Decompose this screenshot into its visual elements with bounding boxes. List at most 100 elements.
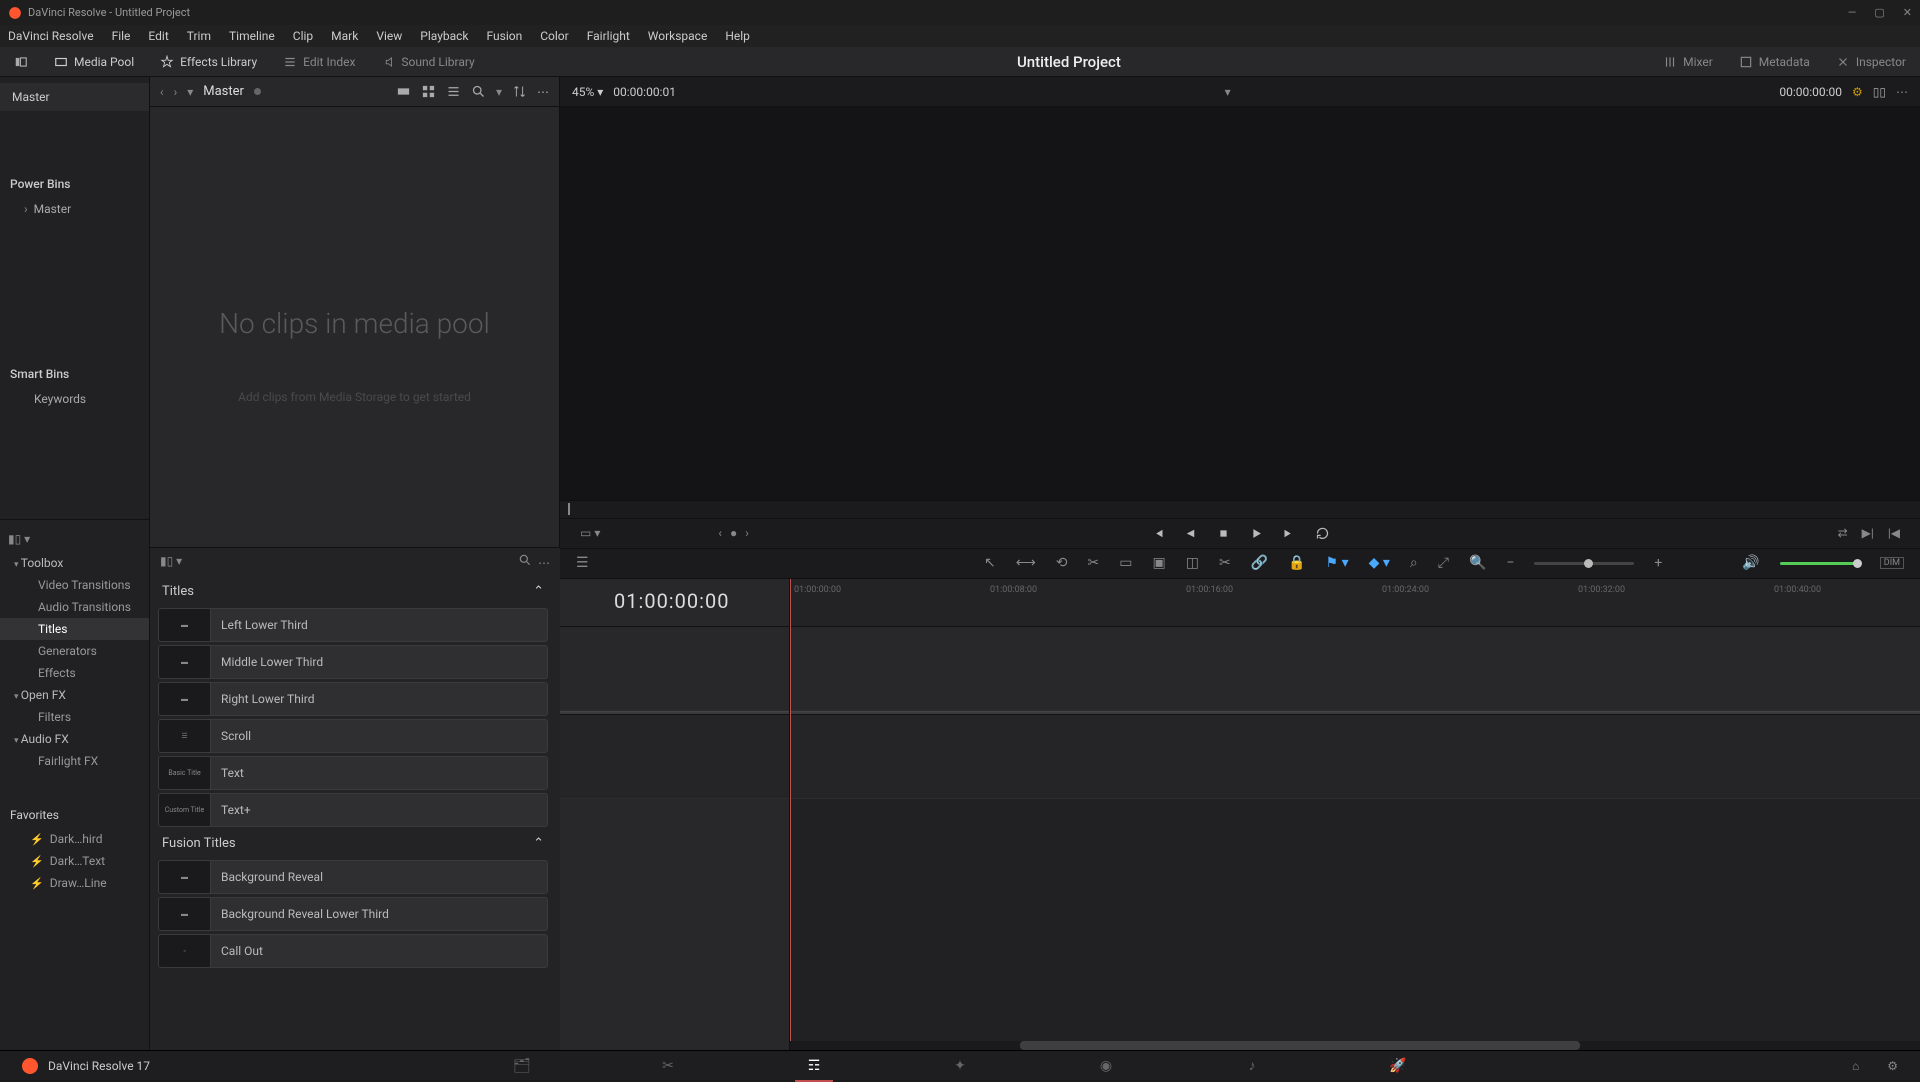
- menu-item[interactable]: Playback: [420, 29, 468, 43]
- smartbins-header[interactable]: Smart Bins: [0, 361, 149, 387]
- window-close-icon[interactable]: ✕: [1903, 6, 1912, 19]
- timeline-playhead[interactable]: [790, 579, 791, 1050]
- fx-title-item[interactable]: ▬Left Lower Third: [158, 608, 548, 642]
- search-icon[interactable]: [471, 84, 486, 99]
- powerbins-header[interactable]: Power Bins: [0, 171, 149, 197]
- volume-slider[interactable]: [1780, 562, 1860, 565]
- menu-item[interactable]: Workspace: [648, 29, 708, 43]
- menu-item[interactable]: Timeline: [229, 29, 275, 43]
- loop-icon[interactable]: [1315, 526, 1330, 541]
- dynamic-trim-icon[interactable]: ⟲: [1056, 555, 1068, 571]
- project-settings-icon[interactable]: ⚙: [1887, 1059, 1898, 1073]
- single-dual-viewer-icon[interactable]: ▯▯: [1873, 85, 1886, 99]
- video-track[interactable]: [790, 627, 1920, 711]
- fx-title-item[interactable]: ☰Scroll: [158, 719, 548, 753]
- menu-dots-icon[interactable]: ⋯: [538, 556, 550, 570]
- match-frame-next-icon[interactable]: ›: [745, 526, 749, 540]
- blade-tool-icon[interactable]: ✂: [1088, 555, 1100, 571]
- tree-item[interactable]: Fairlight FX: [0, 750, 149, 772]
- page-edit-icon[interactable]: ☶: [801, 1058, 827, 1074]
- tab-mixer[interactable]: Mixer: [1663, 55, 1713, 69]
- menu-item[interactable]: Fairlight: [587, 29, 630, 43]
- prev-edit-icon[interactable]: |◀: [1888, 526, 1900, 540]
- tree-item-titles[interactable]: Titles: [0, 618, 149, 640]
- timeline-view-options-icon[interactable]: ☰: [576, 555, 589, 571]
- panel-collapse-icon[interactable]: ▮▯ ▾: [160, 554, 182, 568]
- insert-icon[interactable]: ▭: [1119, 555, 1132, 571]
- timeline-scrollbar[interactable]: [790, 1041, 1920, 1050]
- tree-audiofx[interactable]: Audio FX: [0, 728, 149, 750]
- fx-fusion-item[interactable]: ▬Background Reveal: [158, 860, 548, 894]
- zoom-slider[interactable]: [1534, 562, 1634, 565]
- view-clip-icon[interactable]: [396, 84, 411, 99]
- menu-item[interactable]: View: [376, 29, 402, 43]
- goto-first-icon[interactable]: [1150, 526, 1165, 541]
- tab-metadata[interactable]: Metadata: [1739, 55, 1810, 69]
- tab-media-pool[interactable]: Media Pool: [54, 55, 134, 69]
- page-fusion-icon[interactable]: ✦: [947, 1058, 973, 1074]
- pool-nav-back[interactable]: ‹: [160, 85, 164, 99]
- view-grid-icon[interactable]: [421, 84, 436, 99]
- flag-icon[interactable]: ⚑ ▾: [1326, 555, 1349, 571]
- tree-item[interactable]: Effects: [0, 662, 149, 684]
- fx-fusion-item[interactable]: ▬Background Reveal Lower Third: [158, 897, 548, 931]
- tree-item[interactable]: Audio Transitions: [0, 596, 149, 618]
- page-media-icon[interactable]: 🗂: [509, 1058, 535, 1074]
- collapse-icon[interactable]: ⌃: [533, 836, 544, 851]
- menu-item[interactable]: File: [112, 29, 131, 43]
- link-icon[interactable]: 🔗: [1251, 555, 1268, 571]
- tree-toolbox[interactable]: Toolbox: [0, 552, 149, 574]
- fx-section-fusion[interactable]: Fusion Titles⌃: [154, 830, 552, 857]
- favorite-item[interactable]: Dark…hird: [0, 828, 149, 850]
- audio-track-header[interactable]: [560, 715, 789, 799]
- pool-nav-fwd[interactable]: ›: [174, 85, 178, 99]
- viewer-record-timecode[interactable]: 00:00:00:00: [1779, 85, 1842, 99]
- page-fairlight-icon[interactable]: ♪: [1239, 1057, 1265, 1074]
- arrow-tool-icon[interactable]: ↖: [984, 555, 996, 571]
- marker-icon[interactable]: ◆ ▾: [1369, 555, 1390, 571]
- pool-breadcrumb[interactable]: Master: [203, 84, 244, 99]
- panel-toggle-icon[interactable]: ▮▯ ▾: [8, 532, 30, 546]
- tree-openfx[interactable]: Open FX: [0, 684, 149, 706]
- fx-title-item[interactable]: ▬Middle Lower Third: [158, 645, 548, 679]
- favorite-item[interactable]: Dark…Text: [0, 850, 149, 872]
- play-icon[interactable]: [1249, 526, 1264, 541]
- bin-root[interactable]: Master: [0, 83, 149, 111]
- viewer-scrubber[interactable]: [560, 501, 1920, 519]
- insert-overwrite-icon[interactable]: ⇄: [1838, 526, 1848, 540]
- powerbins-item[interactable]: Master: [0, 197, 149, 221]
- menu-dots-icon[interactable]: ⋯: [1896, 85, 1908, 99]
- page-cut-icon[interactable]: ✂: [655, 1058, 681, 1074]
- viewer-zoom[interactable]: 45% ▾: [572, 85, 603, 99]
- next-edit-icon[interactable]: ▶|: [1862, 526, 1874, 540]
- smartbins-item[interactable]: Keywords: [0, 387, 149, 411]
- window-minimize-icon[interactable]: —: [1848, 6, 1857, 19]
- fx-title-item[interactable]: Custom TitleText+: [158, 793, 548, 827]
- menu-item[interactable]: DaVinci Resolve: [8, 29, 94, 43]
- collapse-icon[interactable]: ⌃: [533, 584, 544, 599]
- sort-icon[interactable]: [512, 84, 527, 99]
- panel-toggle[interactable]: [14, 55, 28, 69]
- timeline-timecode[interactable]: 01:00:00:00: [560, 579, 789, 627]
- blade-edit-icon[interactable]: ✂: [1219, 555, 1231, 571]
- audio-track[interactable]: [790, 715, 1920, 799]
- pool-sort-dropdown[interactable]: ▾: [496, 85, 502, 99]
- page-color-icon[interactable]: ◉: [1093, 1058, 1119, 1074]
- lock-icon[interactable]: 🔒: [1288, 555, 1305, 571]
- overwrite-icon[interactable]: ▣: [1152, 555, 1165, 571]
- play-reverse-icon[interactable]: [1183, 526, 1198, 541]
- menu-item[interactable]: Fusion: [487, 29, 523, 43]
- goto-last-icon[interactable]: [1282, 526, 1297, 541]
- fx-title-item[interactable]: Basic TitleText: [158, 756, 548, 790]
- tab-sound-library[interactable]: Sound Library: [381, 55, 474, 69]
- stop-icon[interactable]: [1216, 526, 1231, 541]
- tab-effects-library[interactable]: Effects Library: [160, 55, 257, 69]
- menu-item[interactable]: Help: [725, 29, 750, 43]
- menu-item[interactable]: Color: [540, 29, 568, 43]
- zoom-full-icon[interactable]: ⤢: [1438, 555, 1449, 571]
- home-icon[interactable]: ⌂: [1852, 1059, 1859, 1073]
- tab-inspector[interactable]: Inspector: [1836, 55, 1906, 69]
- scrubber-playhead[interactable]: [568, 503, 570, 515]
- timeline-tracks[interactable]: 01:00:00:00 01:00:08:00 01:00:16:00 01:0…: [790, 579, 1920, 1050]
- menu-item[interactable]: Clip: [293, 29, 313, 43]
